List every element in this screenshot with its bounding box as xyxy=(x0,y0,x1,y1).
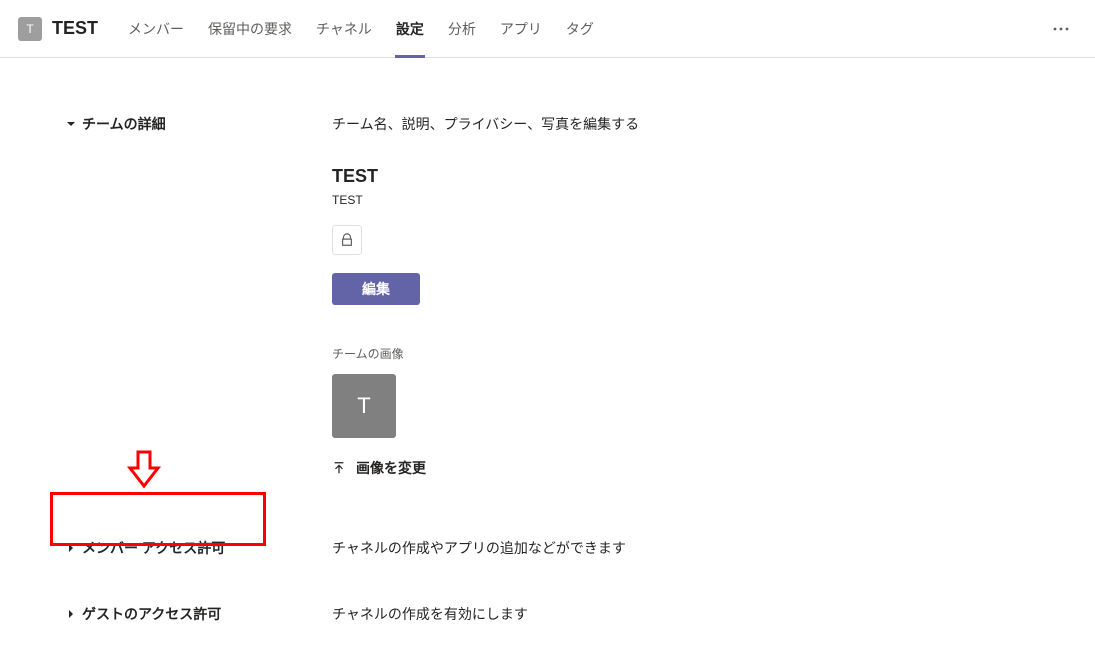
lock-icon xyxy=(340,233,354,247)
edit-button[interactable]: 編集 xyxy=(332,273,420,305)
tab-members[interactable]: メンバー xyxy=(119,0,193,57)
section-member-permissions-title: メンバー アクセス許可 xyxy=(82,538,225,558)
section-member-permissions: メンバー アクセス許可 チャネルの作成やアプリの追加などができます xyxy=(0,532,1095,564)
team-header: T TEST メンバー 保留中の要求 チャネル 設定 分析 アプリ タグ xyxy=(0,0,1095,58)
section-team-details-toggle[interactable]: チームの詳細 xyxy=(64,108,332,140)
section-team-details: チームの詳細 チーム名、説明、プライバシー、写真を編集する TEST TEST … xyxy=(0,108,1095,478)
change-image-label: 画像を変更 xyxy=(356,458,426,478)
settings-body: チームの詳細 チーム名、説明、プライバシー、写真を編集する TEST TEST … xyxy=(0,58,1095,661)
section-guest-permissions: ゲストのアクセス許可 チャネルの作成を有効にします xyxy=(0,598,1095,630)
team-avatar-small: T xyxy=(18,17,42,41)
upload-icon xyxy=(332,461,346,475)
change-image-button[interactable]: 画像を変更 xyxy=(332,458,1095,478)
section-guest-permissions-title: ゲストのアクセス許可 xyxy=(82,604,221,624)
caret-down-icon xyxy=(64,120,78,128)
section-team-details-title: チームの詳細 xyxy=(82,114,166,134)
section-guest-permissions-toggle[interactable]: ゲストのアクセス許可 xyxy=(64,598,332,630)
team-title: TEST xyxy=(52,18,98,39)
tab-settings[interactable]: 設定 xyxy=(387,0,433,57)
section-member-permissions-desc: チャネルの作成やアプリの追加などができます xyxy=(332,532,626,558)
section-guest-permissions-desc: チャネルの作成を有効にします xyxy=(332,598,528,624)
section-member-permissions-toggle[interactable]: メンバー アクセス許可 xyxy=(64,532,332,564)
tabs: メンバー 保留中の要求 チャネル 設定 分析 アプリ タグ xyxy=(116,0,606,57)
section-team-details-desc: チーム名、説明、プライバシー、写真を編集する xyxy=(332,108,1095,134)
privacy-badge xyxy=(332,225,362,255)
section-team-details-content: チーム名、説明、プライバシー、写真を編集する TEST TEST 編集 チームの… xyxy=(332,108,1095,478)
caret-right-icon xyxy=(64,544,78,552)
tab-channels[interactable]: チャネル xyxy=(307,0,381,57)
more-options-button[interactable] xyxy=(1045,13,1077,45)
team-avatar-large: T xyxy=(332,374,396,438)
caret-right-icon xyxy=(64,610,78,618)
ellipsis-icon xyxy=(1053,27,1069,31)
tab-pending-requests[interactable]: 保留中の要求 xyxy=(199,0,301,57)
tab-tags[interactable]: タグ xyxy=(557,0,603,57)
team-name-display: TEST xyxy=(332,166,1095,187)
team-image-label: チームの画像 xyxy=(332,345,1095,362)
team-description-display: TEST xyxy=(332,193,1095,207)
tab-analytics[interactable]: 分析 xyxy=(439,0,485,57)
tab-apps[interactable]: アプリ xyxy=(491,0,551,57)
